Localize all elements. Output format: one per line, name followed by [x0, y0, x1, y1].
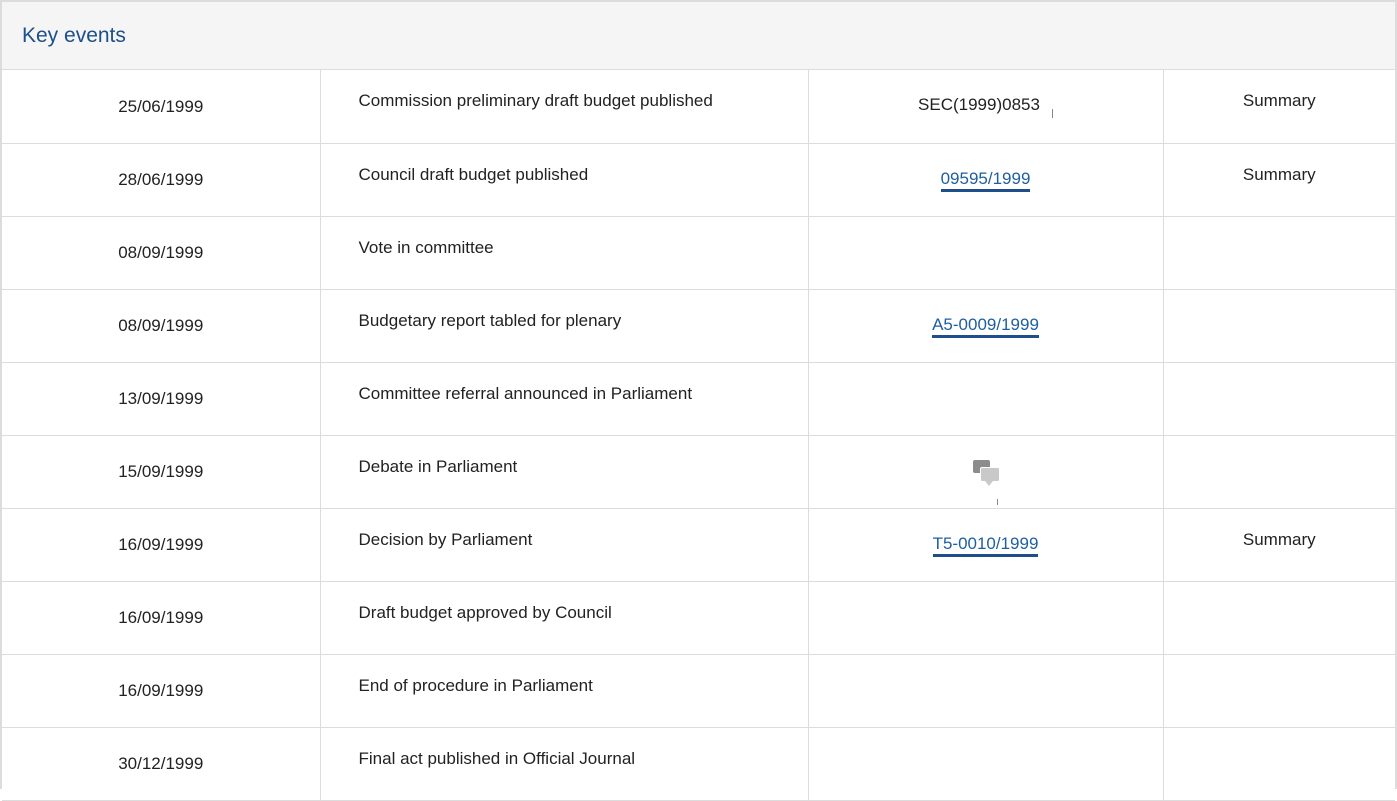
event-date: 13/09/1999 — [2, 362, 321, 436]
event-document — [808, 216, 1164, 290]
event-description: Budgetary report tabled for plenary — [320, 289, 809, 363]
event-description: Debate in Parliament — [320, 435, 809, 509]
event-date: 16/09/1999 — [2, 654, 321, 728]
table-row: 16/09/1999 Draft budget approved by Coun… — [2, 581, 1395, 655]
event-document — [808, 581, 1164, 655]
table-row: 08/09/1999 Vote in committee — [2, 216, 1395, 290]
event-summary — [1163, 654, 1395, 728]
event-summary — [1163, 435, 1395, 509]
event-date: 25/06/1999 — [2, 70, 321, 144]
event-document — [808, 362, 1164, 436]
event-date: 30/12/1999 — [2, 727, 321, 801]
event-summary — [1163, 727, 1395, 801]
key-events-panel: Key events 25/06/1999 Commission prelimi… — [0, 0, 1397, 801]
panel-header: Key events — [2, 2, 1395, 70]
event-document — [808, 654, 1164, 728]
event-description: Committee referral announced in Parliame… — [320, 362, 809, 436]
event-document: 09595/1999 — [808, 143, 1164, 217]
event-summary — [1163, 581, 1395, 655]
document-link[interactable]: A5-0009/1999 — [932, 314, 1039, 338]
event-date: 08/09/1999 — [2, 216, 321, 290]
event-description: End of procedure in Parliament — [320, 654, 809, 728]
event-description: Commission preliminary draft budget publ… — [320, 70, 809, 144]
table-row: 16/09/1999 End of procedure in Parliamen… — [2, 654, 1395, 728]
event-description: Council draft budget published — [320, 143, 809, 217]
event-date: 16/09/1999 — [2, 581, 321, 655]
event-description: Draft budget approved by Council — [320, 581, 809, 655]
event-summary: Summary — [1163, 508, 1395, 582]
table-row: 15/09/1999 Debate in Parliament — [2, 435, 1395, 509]
event-document — [808, 727, 1164, 801]
document-link[interactable]: T5-0010/1999 — [932, 533, 1039, 557]
summary-label: Summary — [1242, 164, 1316, 184]
divider-tick — [997, 498, 998, 505]
debate-icon[interactable] — [972, 459, 1000, 486]
event-document: SEC(1999)0853 — [808, 70, 1164, 144]
document-ref: SEC(1999)0853 — [918, 95, 1040, 114]
event-summary: Summary — [1163, 70, 1395, 144]
event-document: A5-0009/1999 — [808, 289, 1164, 363]
event-description: Final act published in Official Journal — [320, 727, 809, 801]
table-row: 28/06/1999 Council draft budget publishe… — [2, 143, 1395, 217]
table-row: 25/06/1999 Commission preliminary draft … — [2, 70, 1395, 144]
event-date: 15/09/1999 — [2, 435, 321, 509]
event-summary — [1163, 216, 1395, 290]
event-summary — [1163, 362, 1395, 436]
event-date: 08/09/1999 — [2, 289, 321, 363]
event-date: 16/09/1999 — [2, 508, 321, 582]
event-summary — [1163, 289, 1395, 363]
panel-title: Key events — [22, 23, 126, 47]
event-document — [808, 435, 1164, 509]
table-row: 16/09/1999 Decision by Parliament T5-001… — [2, 508, 1395, 582]
event-summary: Summary — [1163, 143, 1395, 217]
event-description: Vote in committee — [320, 216, 809, 290]
event-document: T5-0010/1999 — [808, 508, 1164, 582]
table-row: 30/12/1999 Final act published in Offici… — [2, 727, 1395, 801]
summary-label: Summary — [1242, 529, 1316, 549]
summary-label: Summary — [1242, 91, 1316, 110]
event-date: 28/06/1999 — [2, 143, 321, 217]
key-events-table: 25/06/1999 Commission preliminary draft … — [2, 70, 1395, 801]
event-description: Decision by Parliament — [320, 508, 809, 582]
divider-tick — [1051, 109, 1053, 118]
table-row: 08/09/1999 Budgetary report tabled for p… — [2, 289, 1395, 363]
document-link[interactable]: 09595/1999 — [940, 168, 1031, 192]
table-row: 13/09/1999 Committee referral announced … — [2, 362, 1395, 436]
